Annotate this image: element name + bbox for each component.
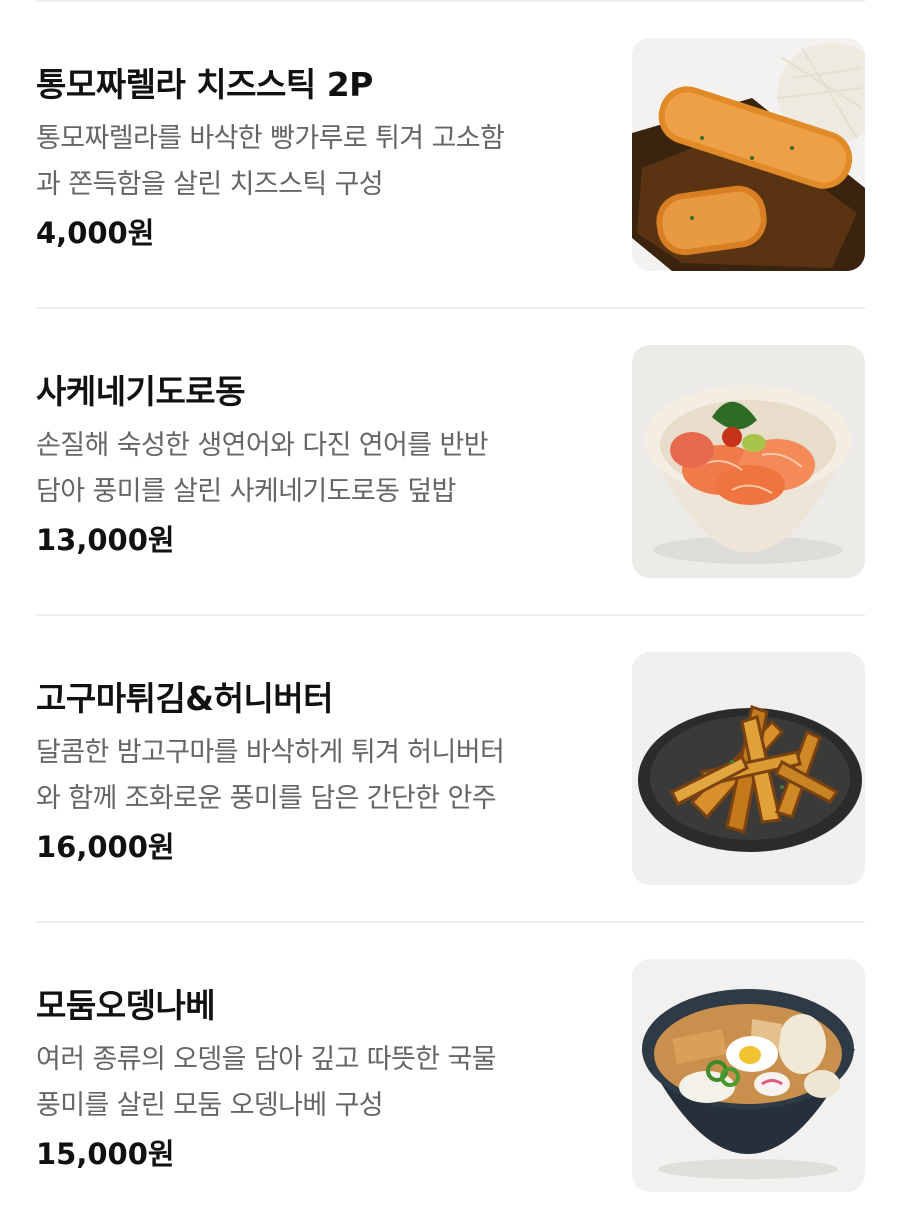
description-line: 손질해 숙성한 생연어와 다진 연어를 반반 [36,430,489,461]
description-line: 와 함께 조화로운 풍미를 담은 간단한 안주 [36,783,497,814]
salmon-rice-bowl-image [632,345,865,578]
menu-item-price: 4,000원 [36,216,155,250]
description-line: 통모짜렐라를 바삭한 빵가루로 튀겨 고소함 [36,123,505,154]
fried-cheese-stick-photo[interactable] [632,38,865,271]
menu-item-sake-negitoro-don[interactable]: 사케네기도로동 손질해 숙성한 생연어와 다진 연어를 반반 담아 풍미를 살린… [0,307,900,614]
description-line: 담아 풍미를 살린 사케네기도로동 덮밥 [36,476,456,507]
oden-hotpot-image [632,959,865,1192]
description-line: 풍미를 살린 모둠 오뎅나베 구성 [36,1090,384,1121]
menu-item-name: 통모짜렐라 치즈스틱 2P [36,65,373,104]
menu-item-price: 16,000원 [36,830,175,864]
menu-item-description: 손질해 숙성한 생연어와 다진 연어를 반반 담아 풍미를 살린 사케네기도로동… [36,423,596,515]
menu-item-name: 고구마튀김&허니버터 [36,679,334,718]
menu-item-name: 모둠오뎅나베 [36,986,216,1025]
description-line: 여러 종류의 오뎅을 담아 깊고 따뜻한 국물 [36,1044,497,1075]
oden-hotpot-photo[interactable] [632,959,865,1192]
menu-item-oden-nabe[interactable]: 모둠오뎅나베 여러 종류의 오뎅을 담아 깊고 따뜻한 국물 풍미를 살린 모둠… [0,921,900,1228]
menu-item-description: 여러 종류의 오뎅을 담아 깊고 따뜻한 국물 풍미를 살린 모둠 오뎅나베 구… [36,1037,596,1129]
menu-item-cheese-stick[interactable]: 통모짜렐라 치즈스틱 2P 통모짜렐라를 바삭한 빵가루로 튀겨 고소함 과 쫀… [0,0,900,307]
description-line: 과 쫀득함을 살린 치즈스틱 구성 [36,169,384,200]
sweet-potato-fries-photo[interactable] [632,652,865,885]
menu-item-description: 통모짜렐라를 바삭한 빵가루로 튀겨 고소함 과 쫀득함을 살린 치즈스틱 구성 [36,116,596,208]
salmon-rice-bowl-photo[interactable] [632,345,865,578]
menu-item-name: 사케네기도로동 [36,372,246,411]
sweet-potato-fries-image [632,652,865,885]
menu-item-description: 달콤한 밤고구마를 바삭하게 튀겨 허니버터 와 함께 조화로운 풍미를 담은 … [36,730,596,822]
menu-item-price: 13,000원 [36,523,175,557]
menu-item-price: 15,000원 [36,1137,175,1171]
fried-cheese-stick-image [632,38,865,271]
menu-item-sweet-potato-honey-butter[interactable]: 고구마튀김&허니버터 달콤한 밤고구마를 바삭하게 튀겨 허니버터 와 함께 조… [0,614,900,921]
description-line: 달콤한 밤고구마를 바삭하게 튀겨 허니버터 [36,737,505,768]
